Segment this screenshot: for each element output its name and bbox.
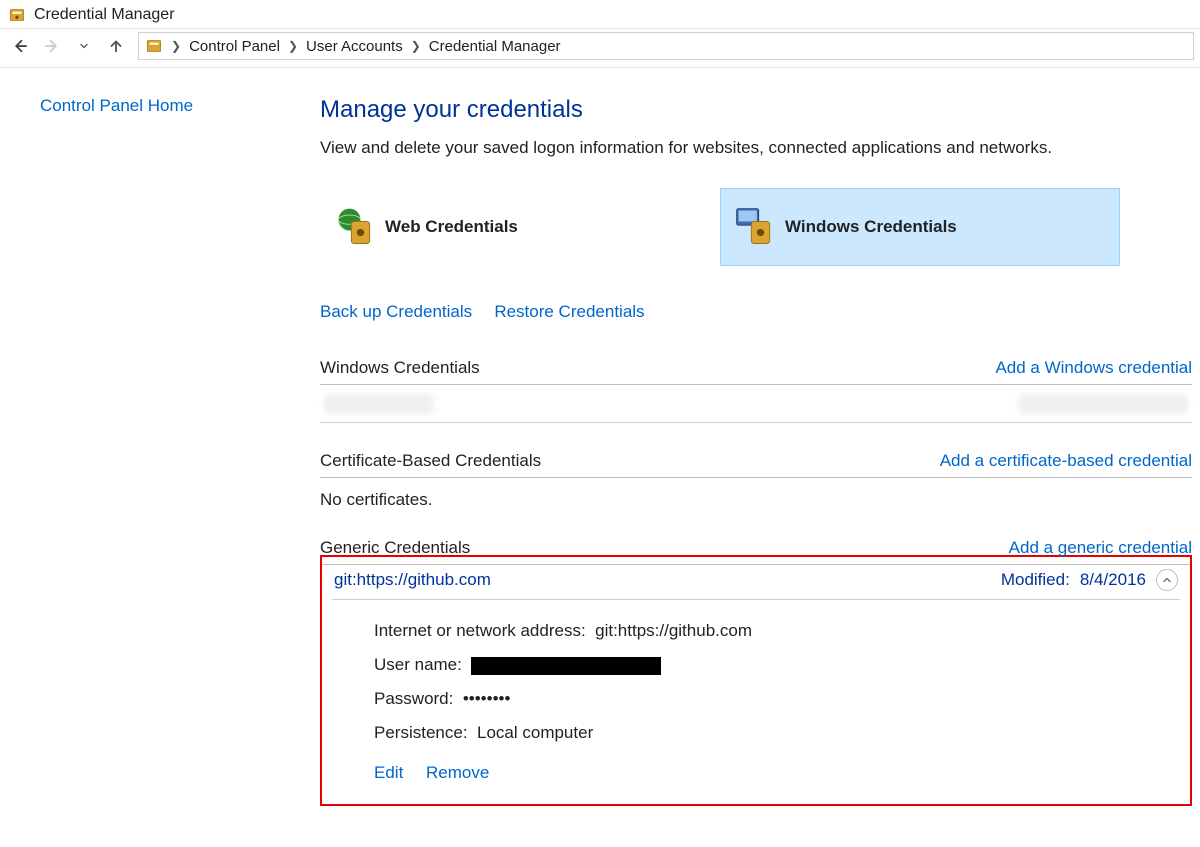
- monitor-vault-icon: [733, 205, 777, 249]
- modified-date: 8/4/2016: [1080, 570, 1146, 590]
- add-windows-credential-link[interactable]: Add a Windows credential: [995, 358, 1192, 378]
- add-generic-credential-link[interactable]: Add a generic credential: [1009, 538, 1192, 558]
- modified-label: Modified:: [1001, 570, 1070, 590]
- credential-type-tiles: Web Credentials Windows Credentials: [320, 188, 1192, 266]
- credential-name: git:https://github.com: [334, 570, 491, 590]
- page-heading: Manage your credentials: [320, 96, 1192, 124]
- password-label: Password:: [374, 682, 453, 716]
- persistence-label: Persistence:: [374, 716, 468, 750]
- breadcrumb-item[interactable]: Credential Manager: [429, 38, 561, 55]
- backup-restore-links: Back up Credentials Restore Credentials: [320, 302, 1192, 322]
- username-label: User name:: [374, 648, 462, 682]
- backup-credentials-link[interactable]: Back up Credentials: [320, 302, 472, 321]
- persistence-value: Local computer: [477, 723, 593, 742]
- globe-vault-icon: [333, 205, 377, 249]
- back-button[interactable]: [6, 32, 34, 60]
- credential-row-redacted[interactable]: [320, 385, 1192, 423]
- title-bar: Credential Manager: [0, 0, 1200, 28]
- generic-credentials-section: Generic Credentials Add a generic creden…: [320, 538, 1192, 806]
- redacted-text: [1018, 394, 1188, 414]
- tile-label: Windows Credentials: [785, 217, 957, 237]
- no-certificates-text: No certificates.: [320, 478, 1192, 510]
- app-icon: [8, 6, 26, 24]
- chevron-right-icon: ❯: [411, 39, 421, 53]
- sidebar: Control Panel Home: [0, 96, 320, 806]
- section-title: Generic Credentials: [320, 538, 470, 558]
- username-redacted: [471, 657, 661, 675]
- nav-toolbar: ❯ Control Panel ❯ User Accounts ❯ Creden…: [0, 28, 1200, 68]
- window-title: Credential Manager: [34, 6, 175, 24]
- tile-label: Web Credentials: [385, 217, 518, 237]
- password-value: ••••••••: [463, 689, 511, 708]
- edit-link[interactable]: Edit: [374, 763, 403, 782]
- credential-details: Internet or network address: git:https:/…: [332, 600, 1180, 790]
- credential-actions: Edit Remove: [374, 750, 1180, 790]
- windows-credentials-section: Windows Credentials Add a Windows creden…: [320, 358, 1192, 423]
- certificate-credentials-section: Certificate-Based Credentials Add a cert…: [320, 451, 1192, 510]
- page-description: View and delete your saved logon informa…: [320, 138, 1192, 158]
- control-panel-home-link[interactable]: Control Panel Home: [40, 96, 193, 115]
- forward-button[interactable]: [38, 32, 66, 60]
- chevron-right-icon: ❯: [288, 39, 298, 53]
- credential-entry-header[interactable]: git:https://github.com Modified: 8/4/201…: [332, 559, 1180, 600]
- collapse-button[interactable]: [1156, 569, 1178, 591]
- address-value: git:https://github.com: [595, 621, 752, 640]
- up-button[interactable]: [102, 32, 130, 60]
- web-credentials-tile[interactable]: Web Credentials: [320, 188, 720, 266]
- main-content: Manage your credentials View and delete …: [320, 96, 1200, 806]
- add-certificate-credential-link[interactable]: Add a certificate-based credential: [940, 451, 1192, 471]
- highlighted-credential-entry: git:https://github.com Modified: 8/4/201…: [320, 555, 1192, 806]
- windows-credentials-tile[interactable]: Windows Credentials: [720, 188, 1120, 266]
- address-bar[interactable]: ❯ Control Panel ❯ User Accounts ❯ Creden…: [138, 32, 1194, 60]
- redacted-text: [324, 394, 434, 414]
- restore-credentials-link[interactable]: Restore Credentials: [494, 302, 644, 321]
- recent-dropdown[interactable]: [70, 32, 98, 60]
- chevron-up-icon: [1161, 574, 1173, 586]
- breadcrumb-item[interactable]: User Accounts: [306, 38, 403, 55]
- chevron-right-icon: ❯: [171, 39, 181, 53]
- address-label: Internet or network address:: [374, 614, 586, 648]
- remove-link[interactable]: Remove: [426, 763, 489, 782]
- section-title: Windows Credentials: [320, 358, 480, 378]
- address-icon: [145, 37, 163, 55]
- breadcrumb-item[interactable]: Control Panel: [189, 38, 280, 55]
- section-title: Certificate-Based Credentials: [320, 451, 541, 471]
